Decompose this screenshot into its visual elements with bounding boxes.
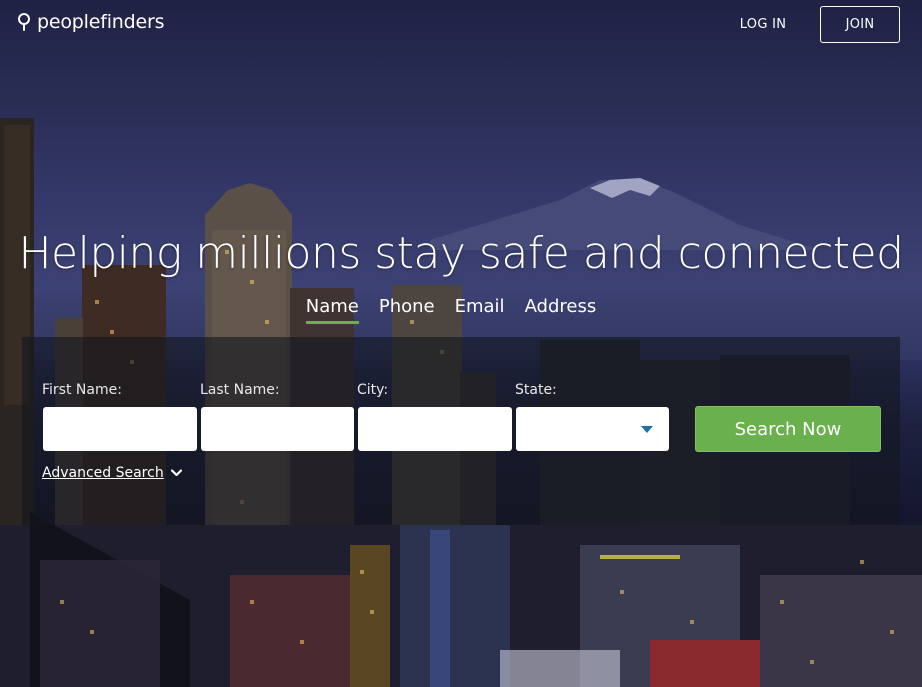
chevron-down-icon [170,469,182,477]
hero-headline: Helping millions stay safe and connected [18,228,904,279]
state-label: State: [515,382,557,398]
tab-address[interactable]: Address [525,296,597,324]
top-navigation: peoplefinders LOG IN JOIN [0,0,922,50]
join-button[interactable]: JOIN [820,6,900,43]
last-name-label: Last Name: [200,382,280,398]
dropdown-caret-icon [641,426,653,433]
advanced-search-toggle[interactable]: Advanced Search [42,465,182,481]
city-input[interactable] [358,407,512,451]
tab-name[interactable]: Name [305,296,359,324]
login-link[interactable]: LOG IN [728,8,798,42]
tab-email[interactable]: Email [455,296,505,324]
search-type-tabs: Name Phone Email Address [0,296,922,324]
last-name-input[interactable] [201,407,354,451]
search-now-button[interactable]: Search Now [695,406,881,452]
advanced-search-label: Advanced Search [42,465,164,481]
logo[interactable]: peoplefinders [17,11,164,33]
logo-text: peoplefinders [37,11,165,33]
city-label: City: [357,382,389,398]
location-pin-icon [18,13,30,31]
tab-phone[interactable]: Phone [379,296,435,324]
state-select[interactable] [516,407,669,451]
first-name-input[interactable] [43,407,197,451]
first-name-label: First Name: [42,382,122,398]
page: peoplefinders LOG IN JOIN Helping millio… [0,0,922,687]
